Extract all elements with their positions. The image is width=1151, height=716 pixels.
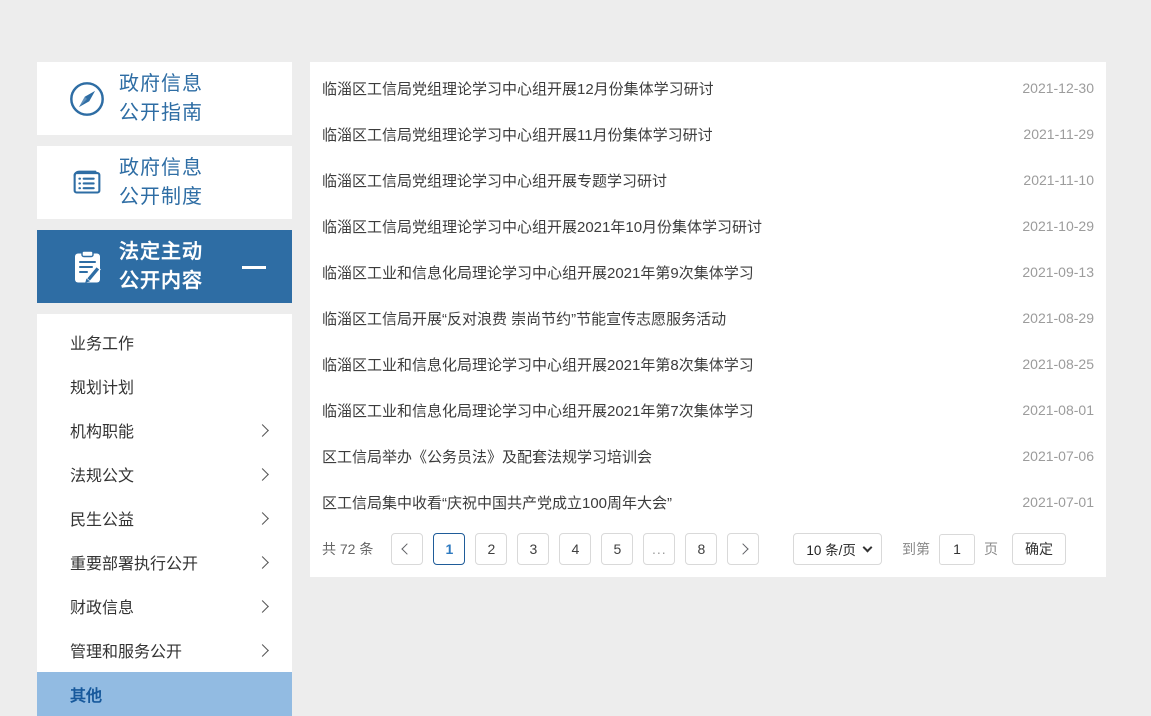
list-item[interactable]: 临淄区工信局开展“反对浪费 崇尚节约”节能宣传志愿服务活动 2021-08-29 <box>322 295 1094 341</box>
news-date: 2021-07-01 <box>1022 494 1094 510</box>
content-panel: 临淄区工信局党组理论学习中心组开展12月份集体学习研讨 2021-12-30 临… <box>310 62 1106 577</box>
news-date: 2021-10-29 <box>1022 218 1094 234</box>
list-item[interactable]: 临淄区工信局党组理论学习中心组开展专题学习研讨 2021-11-10 <box>322 157 1094 203</box>
card-title: 政府信息 公开指南 <box>119 70 203 128</box>
chevron-left-icon <box>402 543 413 554</box>
news-title-link[interactable]: 临淄区工信局党组理论学习中心组开展专题学习研讨 <box>322 170 1003 191</box>
chevron-right-icon <box>738 543 749 554</box>
card-title-line1: 政府信息 <box>119 154 203 183</box>
news-date: 2021-08-01 <box>1022 402 1094 418</box>
clipboard-pen-icon <box>67 247 107 287</box>
news-title-link[interactable]: 临淄区工业和信息化局理论学习中心组开展2021年第7次集体学习 <box>322 400 1002 421</box>
news-title-link[interactable]: 临淄区工信局党组理论学习中心组开展2021年10月份集体学习研讨 <box>322 216 1002 237</box>
sidebar-item-public-welfare[interactable]: 民生公益 <box>37 496 292 540</box>
sidebar-item-fiscal-info[interactable]: 财政信息 <box>37 584 292 628</box>
list-item[interactable]: 区工信局举办《公务员法》及配套法规学习培训会 2021-07-06 <box>322 433 1094 479</box>
page-button-1[interactable]: 1 <box>433 533 465 565</box>
goto-prefix-label: 到第 <box>902 539 930 559</box>
menu-label: 规划计划 <box>70 374 267 398</box>
news-date: 2021-08-29 <box>1022 310 1094 326</box>
card-title: 法定主动 公开内容 <box>119 238 203 296</box>
list-item[interactable]: 临淄区工信局党组理论学习中心组开展11月份集体学习研讨 2021-11-29 <box>322 111 1094 157</box>
news-title-link[interactable]: 临淄区工信局开展“反对浪费 崇尚节约”节能宣传志愿服务活动 <box>322 308 1002 329</box>
page-button-2[interactable]: 2 <box>475 533 507 565</box>
page-button-3[interactable]: 3 <box>517 533 549 565</box>
menu-label: 机构职能 <box>70 418 258 442</box>
page-button-5[interactable]: 5 <box>601 533 633 565</box>
confirm-button[interactable]: 确定 <box>1012 533 1066 565</box>
list-item[interactable]: 临淄区工业和信息化局理论学习中心组开展2021年第9次集体学习 2021-09-… <box>322 249 1094 295</box>
menu-label: 民生公益 <box>70 506 258 530</box>
news-list: 临淄区工信局党组理论学习中心组开展12月份集体学习研讨 2021-12-30 临… <box>310 62 1106 525</box>
news-date: 2021-12-30 <box>1022 80 1094 96</box>
sidebar-item-planning[interactable]: 规划计划 <box>37 364 292 408</box>
page: { "page": { "background": "#ededed", "ac… <box>0 0 1151 704</box>
card-title-line2: 公开指南 <box>119 99 203 128</box>
goto-page-group: 到第 页 确定 <box>902 533 1066 565</box>
menu-label: 管理和服务公开 <box>70 638 258 662</box>
sidebar-card-gov-info-system[interactable]: 政府信息 公开制度 <box>37 146 292 219</box>
news-title-link[interactable]: 区工信局集中收看“庆祝中国共产党成立100周年大会” <box>322 492 1002 513</box>
page-ellipsis-button[interactable]: ... <box>643 533 675 565</box>
card-title-line1: 法定主动 <box>119 238 203 267</box>
news-date: 2021-08-25 <box>1022 356 1094 372</box>
news-date: 2021-07-06 <box>1022 448 1094 464</box>
news-title-link[interactable]: 临淄区工业和信息化局理论学习中心组开展2021年第9次集体学习 <box>322 262 1002 283</box>
sidebar-card-statutory-disclosure[interactable]: 法定主动 公开内容 <box>37 230 292 303</box>
menu-label: 法规公文 <box>70 462 258 486</box>
page-size-value: 10 条/页 <box>806 539 856 559</box>
news-title-link[interactable]: 区工信局举办《公务员法》及配套法规学习培训会 <box>322 446 1002 467</box>
chevron-right-icon <box>256 468 269 481</box>
chevron-right-icon <box>256 600 269 613</box>
card-title: 政府信息 公开制度 <box>119 154 203 212</box>
chevron-down-icon <box>862 542 872 552</box>
menu-label: 重要部署执行公开 <box>70 550 258 574</box>
page-size-select[interactable]: 10 条/页 <box>793 533 882 565</box>
news-date: 2021-11-10 <box>1023 172 1094 188</box>
policy-book-icon <box>67 163 107 203</box>
list-item[interactable]: 临淄区工信局党组理论学习中心组开展12月份集体学习研讨 2021-12-30 <box>322 65 1094 111</box>
page-button-4[interactable]: 4 <box>559 533 591 565</box>
collapse-minus-icon[interactable] <box>242 266 266 269</box>
total-count-label: 共 72 条 <box>322 539 373 559</box>
sidebar-card-gov-info-guide[interactable]: 政府信息 公开指南 <box>37 62 292 135</box>
prev-page-button[interactable] <box>391 533 423 565</box>
chevron-right-icon <box>256 512 269 525</box>
list-item[interactable]: 临淄区工信局党组理论学习中心组开展2021年10月份集体学习研讨 2021-10… <box>322 203 1094 249</box>
list-item[interactable]: 区工信局集中收看“庆祝中国共产党成立100周年大会” 2021-07-01 <box>322 479 1094 525</box>
card-title-line1: 政府信息 <box>119 70 203 99</box>
pagination-bar: 共 72 条 1 2 3 4 5 ... 8 10 条/页 到第 页 确定 <box>310 525 1106 565</box>
page-button-8[interactable]: 8 <box>685 533 717 565</box>
news-title-link[interactable]: 临淄区工业和信息化局理论学习中心组开展2021年第8次集体学习 <box>322 354 1002 375</box>
goto-page-input[interactable] <box>939 534 975 565</box>
news-date: 2021-11-29 <box>1023 126 1094 142</box>
compass-icon <box>67 79 107 119</box>
news-date: 2021-09-13 <box>1022 264 1094 280</box>
sidebar-item-other[interactable]: 其他 <box>37 672 292 716</box>
list-item[interactable]: 临淄区工业和信息化局理论学习中心组开展2021年第7次集体学习 2021-08-… <box>322 387 1094 433</box>
card-title-line2: 公开制度 <box>119 183 203 212</box>
list-item[interactable]: 临淄区工业和信息化局理论学习中心组开展2021年第8次集体学习 2021-08-… <box>322 341 1094 387</box>
menu-label: 业务工作 <box>70 330 267 354</box>
news-title-link[interactable]: 临淄区工信局党组理论学习中心组开展12月份集体学习研讨 <box>322 78 1002 99</box>
menu-label: 财政信息 <box>70 594 258 618</box>
sidebar-item-business-work[interactable]: 业务工作 <box>37 320 292 364</box>
sidebar-item-management-service[interactable]: 管理和服务公开 <box>37 628 292 672</box>
chevron-right-icon <box>256 424 269 437</box>
chevron-right-icon <box>256 556 269 569</box>
sidebar-item-regulations[interactable]: 法规公文 <box>37 452 292 496</box>
sidebar-item-key-deployment[interactable]: 重要部署执行公开 <box>37 540 292 584</box>
news-title-link[interactable]: 临淄区工信局党组理论学习中心组开展11月份集体学习研讨 <box>322 124 1003 145</box>
sidebar: 政府信息 公开指南 政府信息 公开制度 <box>37 62 292 716</box>
menu-label: 其他 <box>70 682 267 706</box>
next-page-button[interactable] <box>727 533 759 565</box>
sidebar-submenu: 业务工作 规划计划 机构职能 法规公文 民生公益 重要部署执行公开 财政信息 管… <box>37 314 292 716</box>
card-title-line2: 公开内容 <box>119 267 203 296</box>
chevron-right-icon <box>256 644 269 657</box>
sidebar-item-org-functions[interactable]: 机构职能 <box>37 408 292 452</box>
goto-suffix-label: 页 <box>984 539 998 559</box>
